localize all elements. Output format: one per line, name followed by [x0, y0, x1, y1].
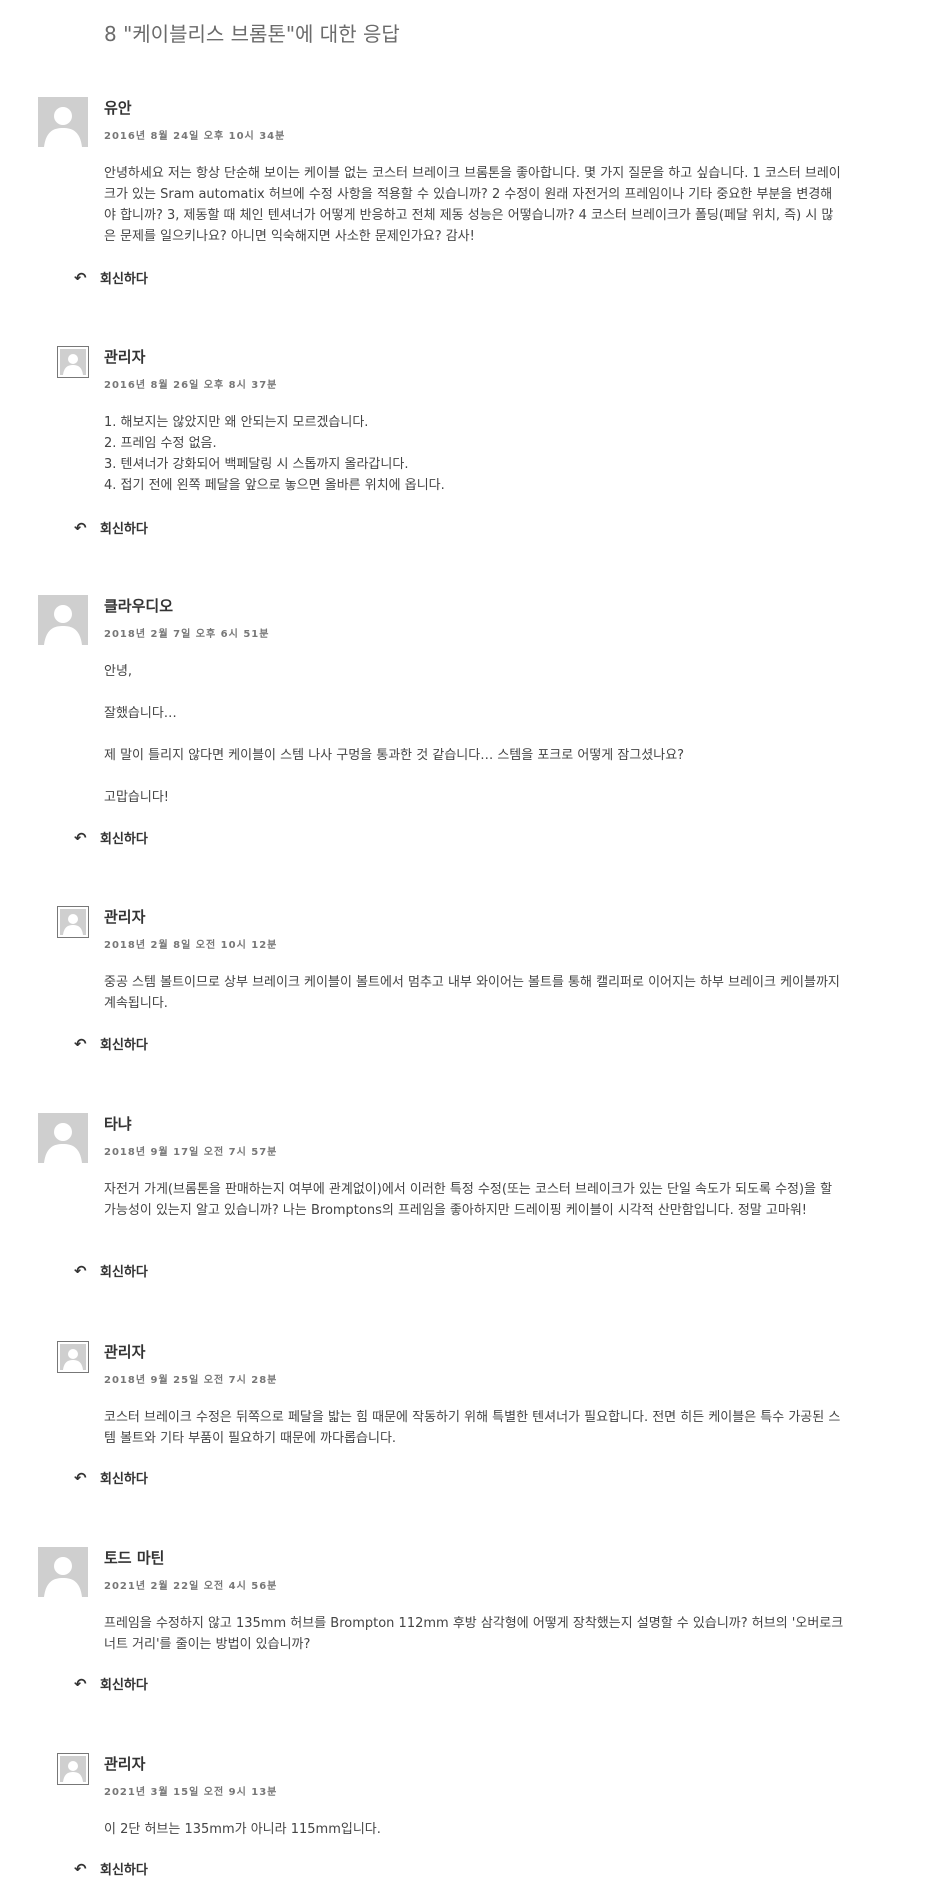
comments-heading: 8 "케이블리스 브롬톤"에 대한 응답: [104, 22, 400, 46]
comment-paragraph: 고맙습니다!: [104, 790, 170, 805]
avatar: [57, 1753, 89, 1785]
comment-date[interactable]: 2021년 3월 15일 오전 9시 13분: [104, 1783, 277, 1798]
user-silhouette-icon: [63, 354, 83, 375]
comment-author: 유안: [104, 99, 132, 117]
comment-paragraph: 안녕,: [104, 664, 133, 679]
comment-date[interactable]: 2018년 9월 17일 오전 7시 57분: [104, 1143, 277, 1158]
comment-body: 안녕, 잘했습니다… 제 말이 틀리지 않다면 케이블이 스템 나사 구멍을 통…: [104, 661, 844, 808]
reply-button[interactable]: ↶ 회신하다: [74, 1261, 148, 1281]
reply-arrow-icon: ↶: [74, 1859, 87, 1878]
comment-paragraph: 프레임을 수정하지 않고 135mm 허브를 Brompton 112mm 후방…: [104, 1616, 844, 1652]
comment-date[interactable]: 2018년 2월 8일 오전 10시 12분: [104, 936, 277, 951]
reply-arrow-icon: ↶: [74, 268, 87, 287]
comment-body: 자전거 가게(브롬톤을 판매하는지 여부에 관계없이)에서 이러한 특정 수정(…: [104, 1179, 844, 1221]
comment-body: 안녕하세요 저는 항상 단순해 보이는 케이블 없는 코스터 브레이크 브롬톤을…: [104, 163, 844, 247]
comment-body: 프레임을 수정하지 않고 135mm 허브를 Brompton 112mm 후방…: [104, 1613, 844, 1655]
comment-body: 1. 해보지는 않았지만 왜 안되는지 모르겠습니다. 2. 프레임 수정 없음…: [104, 412, 844, 496]
comment-paragraph: 잘했습니다…: [104, 706, 177, 721]
comment-date[interactable]: 2016년 8월 26일 오후 8시 37분: [104, 376, 277, 391]
comment-author: 토드 마틴: [104, 1549, 165, 1567]
avatar: [57, 906, 89, 938]
comment-paragraph: 코스터 브레이크 수정은 뒤쪽으로 페달을 밟는 힘 때문에 작동하기 위해 특…: [104, 1410, 841, 1446]
reply-arrow-icon: ↶: [74, 518, 87, 537]
comment-date[interactable]: 2018년 9월 25일 오전 7시 28분: [104, 1371, 277, 1386]
comment-body: 이 2단 허브는 135mm가 아니라 115mm입니다.: [104, 1819, 844, 1840]
avatar: [57, 1341, 89, 1373]
comment-paragraph: 중공 스템 볼트이므로 상부 브레이크 케이블이 볼트에서 멈추고 내부 와이어…: [104, 975, 840, 1011]
comment-line: 1. 해보지는 않았지만 왜 안되는지 모르겠습니다.: [104, 415, 369, 430]
reply-arrow-icon: ↶: [74, 1261, 87, 1280]
user-silhouette-icon: [63, 1349, 83, 1370]
reply-button[interactable]: ↶ 회신하다: [74, 1674, 148, 1694]
comment-date[interactable]: 2016년 8월 24일 오후 10시 34분: [104, 127, 285, 142]
avatar: [38, 595, 88, 645]
reply-arrow-icon: ↶: [74, 1674, 87, 1693]
reply-arrow-icon: ↶: [74, 1468, 87, 1487]
reply-button[interactable]: ↶ 회신하다: [74, 828, 148, 848]
avatar: [57, 346, 89, 378]
reply-button[interactable]: ↶ 회신하다: [74, 1468, 148, 1488]
avatar: [38, 1547, 88, 1597]
comment-body: 중공 스템 볼트이므로 상부 브레이크 케이블이 볼트에서 멈추고 내부 와이어…: [104, 972, 844, 1014]
avatar: [38, 1113, 88, 1163]
comment-author: 클라우디오: [104, 597, 174, 615]
user-silhouette-icon: [63, 914, 83, 935]
user-silhouette-icon: [44, 1123, 82, 1163]
comment-author: 타냐: [104, 1115, 132, 1133]
reply-button[interactable]: ↶ 회신하다: [74, 268, 148, 288]
comment-paragraph: 안녕하세요 저는 항상 단순해 보이는 케이블 없는 코스터 브레이크 브롬톤을…: [104, 166, 841, 244]
comment-body: 코스터 브레이크 수정은 뒤쪽으로 페달을 밟는 힘 때문에 작동하기 위해 특…: [104, 1407, 844, 1449]
reply-arrow-icon: ↶: [74, 1034, 87, 1053]
avatar: [38, 97, 88, 147]
comment-author: 관리자: [104, 1343, 146, 1361]
comment-date[interactable]: 2018년 2월 7일 오후 6시 51분: [104, 625, 269, 640]
user-silhouette-icon: [44, 107, 82, 147]
comment-date[interactable]: 2021년 2월 22일 오전 4시 56분: [104, 1577, 277, 1592]
comment-author: 관리자: [104, 908, 146, 926]
reply-button[interactable]: ↶ 회신하다: [74, 1859, 148, 1879]
reply-arrow-icon: ↶: [74, 828, 87, 847]
reply-button[interactable]: ↶ 회신하다: [74, 1034, 148, 1054]
user-silhouette-icon: [63, 1761, 83, 1782]
comment-line: 4. 접기 전에 왼쪽 페달을 앞으로 놓으면 올바른 위치에 옵니다.: [104, 478, 445, 493]
comment-paragraph: 이 2단 허브는 135mm가 아니라 115mm입니다.: [104, 1822, 381, 1837]
comment-paragraph: 제 말이 틀리지 않다면 케이블이 스템 나사 구멍을 통과한 것 같습니다… …: [104, 748, 685, 763]
comment-author: 관리자: [104, 1755, 146, 1773]
comment-line: 3. 텐셔너가 강화되어 백페달링 시 스톱까지 올라갑니다.: [104, 457, 409, 472]
comment-line: 2. 프레임 수정 없음.: [104, 436, 217, 451]
user-silhouette-icon: [44, 605, 82, 645]
user-silhouette-icon: [44, 1557, 82, 1597]
comment-author: 관리자: [104, 348, 146, 366]
reply-button[interactable]: ↶ 회신하다: [74, 518, 148, 538]
comment-paragraph: 자전거 가게(브롬톤을 판매하는지 여부에 관계없이)에서 이러한 특정 수정(…: [104, 1182, 833, 1218]
